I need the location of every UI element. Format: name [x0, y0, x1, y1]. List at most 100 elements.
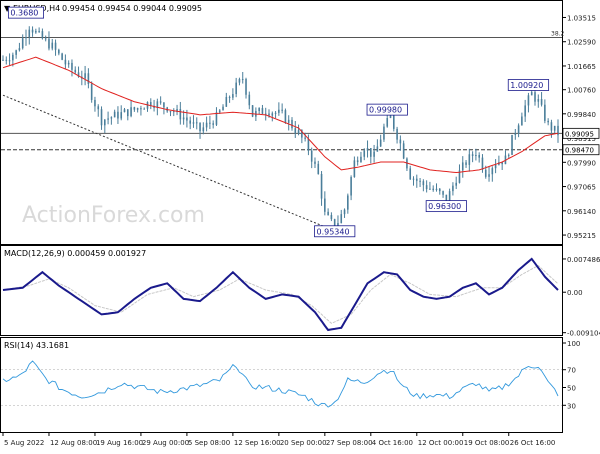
- rsi-title: RSI(14) 43.1681: [4, 341, 69, 350]
- ohlc-label: 0.99454 0.99454 0.99044 0.99095: [62, 4, 202, 13]
- candle-body: [84, 73, 86, 79]
- candle-body: [25, 37, 27, 39]
- candle-body: [2, 59, 4, 61]
- candle-body: [179, 109, 182, 120]
- price-axis-label: 1.00760: [567, 87, 596, 95]
- candle-body: [461, 162, 464, 171]
- candle-body: [67, 62, 70, 65]
- candle-body: [195, 122, 198, 124]
- price-axis-label: 1.03515: [567, 14, 596, 22]
- candle-body: [310, 150, 313, 162]
- candle-body: [251, 105, 254, 117]
- macd-line: [2, 257, 559, 332]
- candle-body: [169, 111, 172, 113]
- candle-body: [429, 188, 431, 190]
- price-axis-label: 0.95215: [567, 232, 596, 240]
- candle-body: [402, 143, 405, 159]
- candle-body: [366, 148, 369, 151]
- candle-body: [514, 133, 517, 135]
- rsi-axis-label: 30: [567, 402, 576, 410]
- macd-pane-frame: [0, 245, 563, 336]
- candle-body: [517, 125, 520, 134]
- candle-body: [192, 122, 195, 124]
- rsi-axis-label: 70: [567, 367, 576, 375]
- candle-body: [212, 123, 214, 125]
- x-axis-label: 20 Sep 00:00: [280, 439, 327, 447]
- candle-body: [5, 59, 8, 61]
- candle-body: [330, 215, 333, 220]
- candle-body: [379, 139, 382, 147]
- candle-body: [248, 94, 251, 106]
- candle-body: [550, 122, 553, 131]
- watermark-text: ActionForex.com: [22, 203, 205, 228]
- candle-body: [435, 188, 438, 191]
- candle-body: [48, 38, 50, 49]
- candle-body: [307, 138, 310, 151]
- price-axis-label: 0.97065: [567, 184, 596, 192]
- candle-body: [61, 53, 63, 60]
- x-axis-label: 12 Oct 00:00: [418, 439, 464, 447]
- candle-body: [54, 42, 57, 50]
- candle-body: [494, 164, 497, 169]
- candle-body: [347, 195, 349, 210]
- candle-body: [28, 29, 31, 38]
- candle-body: [392, 115, 395, 129]
- candle-body: [527, 95, 530, 106]
- candle-body: [113, 111, 116, 118]
- price-axis-label: 1.01665: [567, 63, 596, 71]
- candle-body: [425, 185, 428, 190]
- rsi-pane-frame: [0, 337, 563, 433]
- price-annotation-label: 0.95340: [316, 227, 349, 236]
- candle-body: [291, 119, 293, 129]
- candle-body: [100, 109, 103, 126]
- candle-body: [475, 155, 477, 157]
- candle-body: [409, 168, 412, 180]
- candle-body: [419, 180, 421, 182]
- moving-average-line: [2, 56, 559, 174]
- candle-body: [87, 73, 90, 84]
- candle-body: [123, 109, 126, 113]
- x-axis-label: 19 Aug 16:00: [96, 439, 143, 447]
- candle-body: [189, 120, 191, 124]
- x-axis-label: 27 Sep 08:00: [326, 439, 373, 447]
- candle-body: [182, 117, 185, 120]
- x-axis-label: 5 Aug 2022: [4, 439, 44, 447]
- candle-body: [41, 31, 44, 39]
- candle-body: [356, 160, 359, 163]
- candle-body: [376, 146, 379, 152]
- candle-body: [8, 60, 11, 62]
- candle-body: [281, 109, 283, 111]
- candle-body: [136, 108, 139, 110]
- macd-layer: [2, 257, 559, 332]
- candle-body: [314, 161, 316, 164]
- candle-body: [159, 101, 162, 103]
- rsi-axis-label: 100: [567, 340, 580, 348]
- candle-body: [412, 178, 415, 180]
- candle-body: [235, 82, 237, 95]
- candle-body: [383, 126, 385, 140]
- candle-body: [278, 109, 280, 113]
- candle-body: [222, 106, 224, 111]
- candle-body: [205, 122, 208, 128]
- price-axis-label: 1.02590: [567, 39, 596, 47]
- candle-body: [389, 115, 392, 119]
- candle-body: [51, 42, 54, 49]
- candle-body: [232, 94, 234, 98]
- candle-body: [268, 113, 270, 116]
- candle-body: [274, 112, 277, 114]
- candle-body: [71, 62, 73, 70]
- candle-body: [471, 154, 474, 156]
- candle-body: [488, 174, 490, 177]
- candle-body: [415, 178, 418, 181]
- candle-body: [163, 102, 165, 108]
- candle-body: [537, 99, 540, 102]
- candle-body: [324, 198, 326, 212]
- candle-body: [12, 54, 14, 61]
- candle-body: [172, 111, 175, 113]
- candle-body: [294, 128, 297, 134]
- candle-body: [297, 130, 300, 134]
- chart-root: ActionForex.com ▼ EURUSD,H4 0.99454 0.99…: [0, 0, 600, 450]
- candle-body: [120, 112, 123, 119]
- candle-body: [399, 139, 402, 144]
- candle-body: [202, 127, 205, 132]
